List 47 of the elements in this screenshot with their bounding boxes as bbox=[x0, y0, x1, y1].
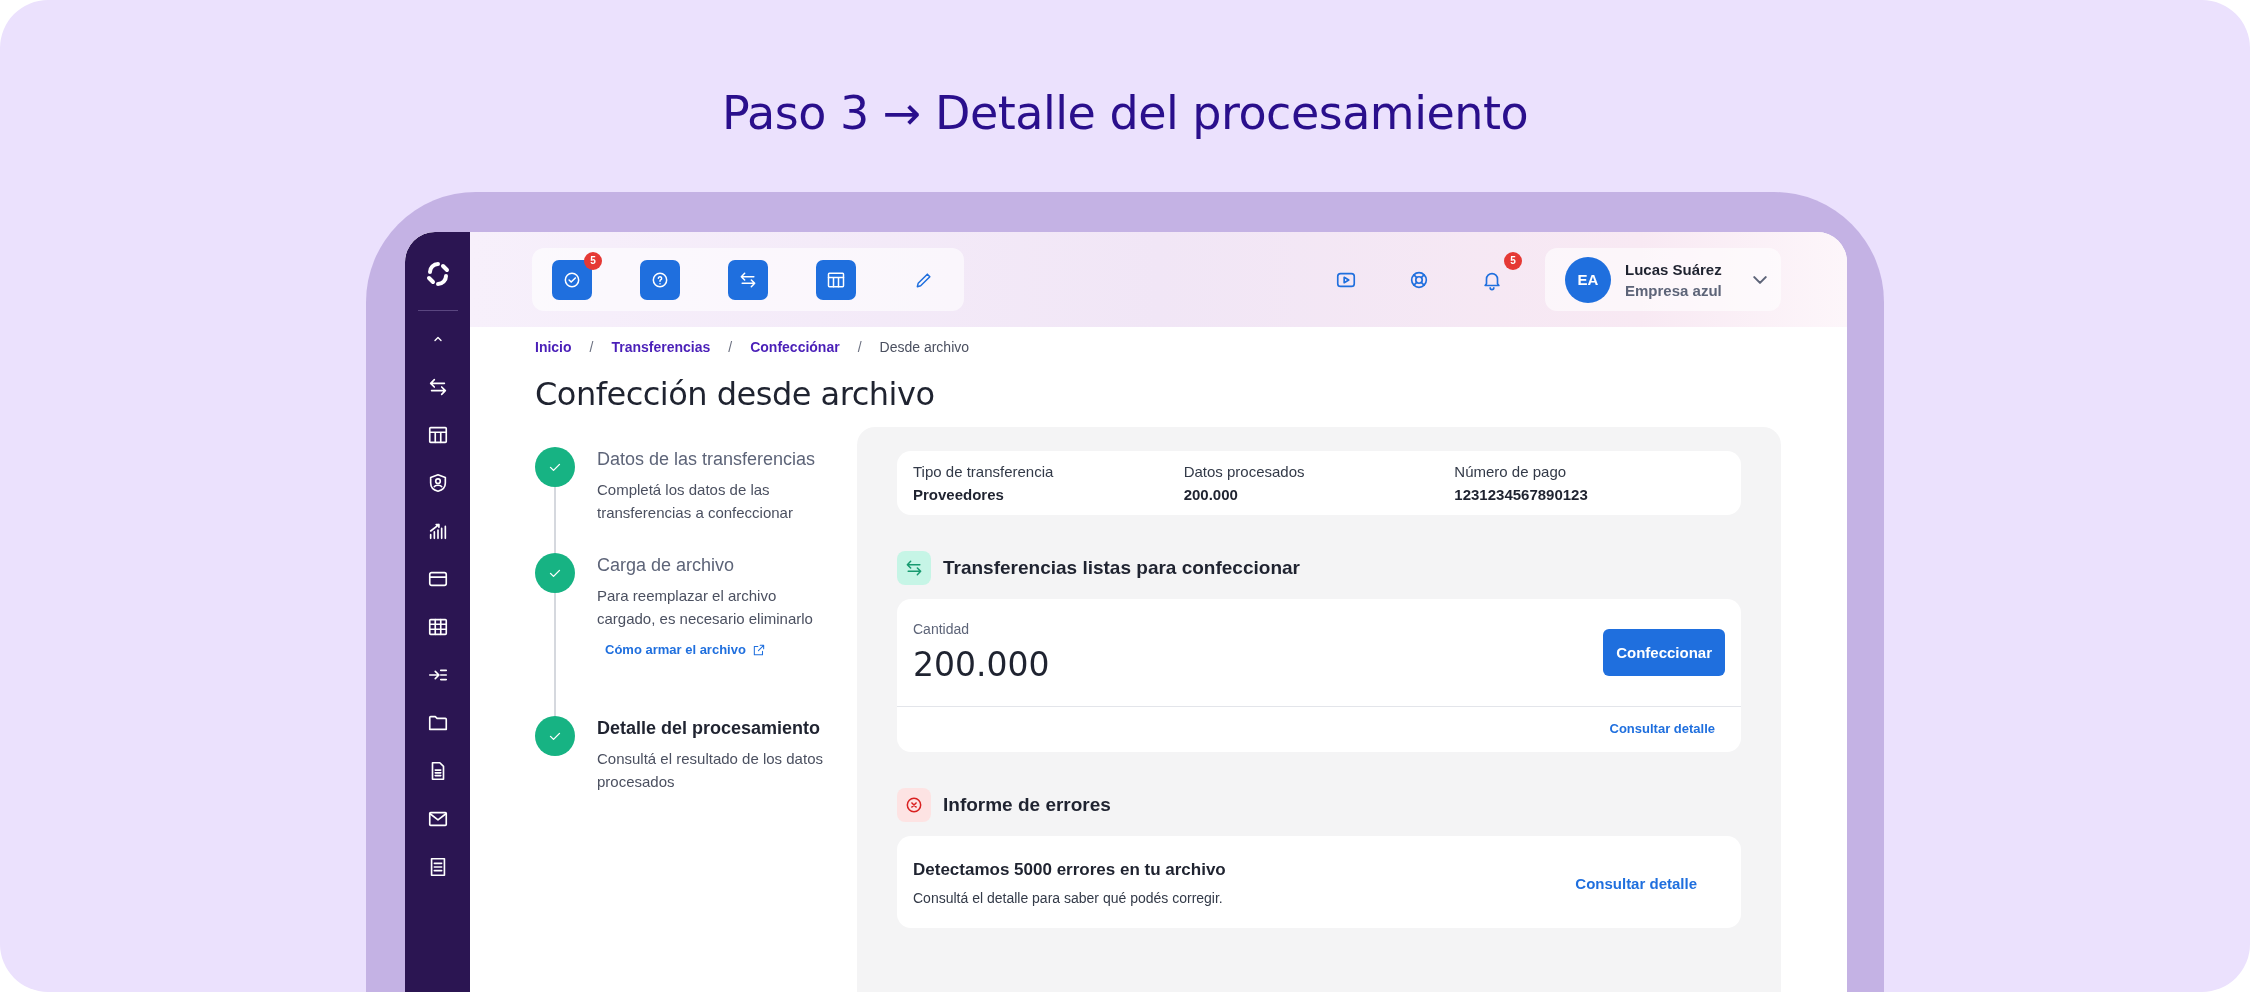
profile-menu[interactable]: EA Lucas Suárez Empresa azul bbox=[1545, 248, 1781, 311]
step-description: Completá los datos de las transferencias a confeccionar bbox=[597, 480, 794, 523]
error-message: Detectamos 5000 errores en tu archivo bbox=[913, 860, 1226, 880]
quantity-value: 200.000 bbox=[913, 645, 1050, 684]
breadcrumb-separator: / bbox=[857, 339, 862, 355]
page-heading: Paso 3 → Detalle del procesamiento bbox=[721, 86, 1529, 140]
count-badge: 5 bbox=[584, 251, 602, 270]
error-hint: Consultá el detalle para saber qué podés corregir. bbox=[913, 890, 1224, 906]
section-title: Informe de errores bbox=[943, 794, 1111, 816]
breadcrumb-separator: / bbox=[589, 339, 594, 355]
table-icon bbox=[426, 616, 449, 638]
step-description: Consultá el resultado de los datos procesados bbox=[597, 749, 824, 792]
count-badge: 5 bbox=[1504, 251, 1522, 270]
help-button[interactable] bbox=[640, 259, 680, 300]
breadcrumb-separator: / bbox=[728, 339, 733, 355]
detail-link[interactable]: Consultar detalle bbox=[1575, 874, 1697, 892]
layout-icon bbox=[426, 424, 449, 446]
transfers-button[interactable] bbox=[728, 259, 768, 300]
summary-value: Proveedores bbox=[913, 486, 1005, 503]
breadcrumb-current: Desde archivo bbox=[879, 339, 970, 355]
summary-label: Número de pago bbox=[1454, 463, 1568, 480]
step-description: Para reemplazar el archivo cargado, es necesario eliminarlo bbox=[597, 586, 814, 629]
x-circle-icon bbox=[904, 795, 924, 815]
page-title: Confección desde archivo bbox=[535, 375, 936, 413]
tasks-button[interactable] bbox=[552, 259, 592, 300]
summary-value: 200.000 bbox=[1183, 486, 1239, 503]
breadcrumb-link[interactable]: Inicio bbox=[535, 339, 572, 355]
company-name: Empresa azul bbox=[1625, 281, 1723, 299]
breadcrumb-link[interactable]: Transferencias bbox=[611, 339, 711, 355]
external-link-icon bbox=[751, 642, 766, 657]
step-title: Detalle del procesamiento bbox=[597, 718, 822, 739]
confeccionar-button[interactable]: Confeccionar bbox=[1603, 629, 1725, 676]
layout-button[interactable] bbox=[816, 259, 856, 300]
help-link[interactable]: Cómo armar el archivo bbox=[605, 642, 766, 657]
summary-label: Datos procesados bbox=[1183, 463, 1306, 480]
breadcrumb-link[interactable]: Confecciónar bbox=[750, 339, 840, 355]
step-title: Datos de las transferencias bbox=[597, 449, 817, 470]
section-title: Transferencias listas para confeccionar bbox=[943, 557, 1300, 579]
step-title: Carga de archivo bbox=[597, 555, 736, 576]
arrows-icon bbox=[904, 558, 924, 578]
chevron-down-icon bbox=[1753, 275, 1767, 284]
summary-value: 1231234567890123 bbox=[1454, 486, 1589, 503]
summary-label: Tipo de transferencia bbox=[913, 463, 1055, 480]
quantity-label: Cantidad bbox=[913, 621, 971, 637]
detail-link[interactable]: Consultar detalle bbox=[1609, 721, 1715, 736]
user-name: Lucas Suárez bbox=[1625, 260, 1723, 278]
avatar: EA bbox=[1565, 256, 1611, 303]
